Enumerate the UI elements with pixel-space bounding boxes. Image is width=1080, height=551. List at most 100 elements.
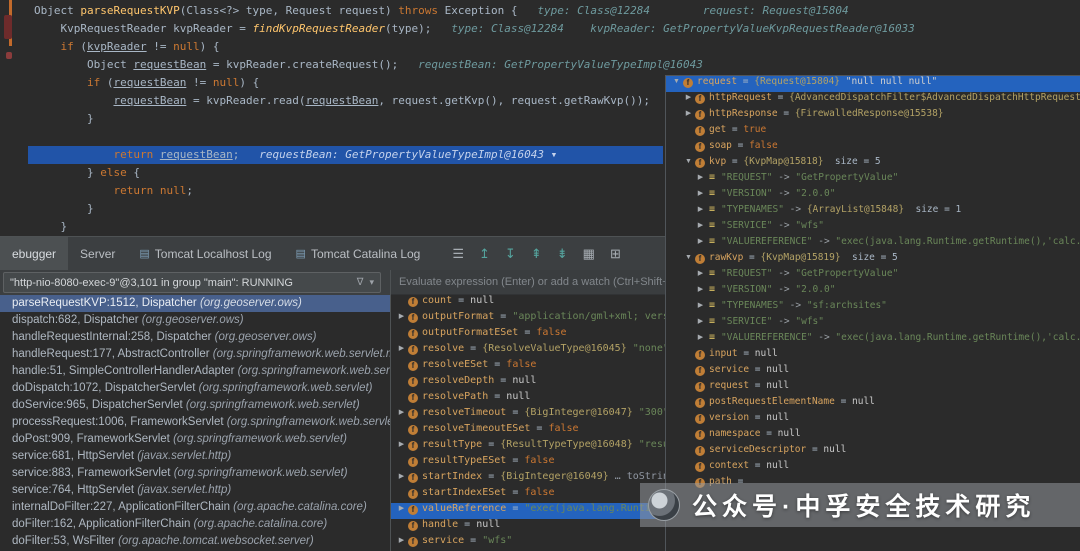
expand-icon[interactable]: ▶ xyxy=(683,109,694,117)
stack-frame[interactable]: internalDoFilter:227, ApplicationFilterC… xyxy=(0,499,390,516)
stack-frame[interactable]: handle:51, SimpleControllerHandlerAdapte… xyxy=(0,363,390,380)
variable-row[interactable]: f outputFormatESet = false xyxy=(391,327,665,343)
variable-row[interactable]: f request = null xyxy=(666,380,1080,396)
layout-settings-icon[interactable]: ⊞ xyxy=(610,246,621,262)
variable-row[interactable]: f context = null xyxy=(666,460,1080,476)
variable-row[interactable]: ▶ f service = "wfs" xyxy=(391,535,665,551)
variable-row[interactable]: ▶ ≡ "VERSION" -> "2.0.0" xyxy=(666,284,1080,300)
variable-row[interactable]: f input = null xyxy=(666,348,1080,364)
collapse-icon[interactable]: ▼ xyxy=(671,78,682,85)
tab-tomcat-catalina-log[interactable]: ▤ Tomcat Catalina Log xyxy=(284,237,433,270)
variable-row[interactable]: f handle = null xyxy=(391,519,665,535)
stack-frame[interactable]: doFilter:162, ApplicationFilterChain (or… xyxy=(0,516,390,533)
variable-row[interactable]: ▼ f kvp = {KvpMap@15818} size = 5 xyxy=(666,156,1080,172)
variable-row[interactable]: f serviceDescriptor = null xyxy=(666,444,1080,460)
variable-row[interactable]: ▶ ≡ "REQUEST" -> "GetPropertyValue" xyxy=(666,268,1080,284)
expand-icon[interactable]: ▶ xyxy=(396,440,407,448)
variable-row[interactable]: ▼ f request = {Request@15804} "null null n… xyxy=(666,76,1080,92)
variable-row[interactable]: ▼ f rawKvp = {KvpMap@15819} size = 5 xyxy=(666,252,1080,268)
variable-row[interactable]: ▶ ≡ "VALUEREFERENCE" -> "exec(java.lang.Ru… xyxy=(666,236,1080,252)
expand-icon[interactable]: ▶ xyxy=(695,333,706,341)
stack-frame[interactable]: doFilter:53, WsFilter (org.apache.tomcat… xyxy=(0,533,390,550)
tab-tomcat-localhost-log[interactable]: ▤ Tomcat Localhost Log xyxy=(127,237,283,270)
variable-row[interactable]: f get = true xyxy=(666,124,1080,140)
collapse-icon[interactable]: ▼ xyxy=(683,158,694,165)
variable-row[interactable]: f resolvePath = null xyxy=(391,391,665,407)
expand-icon[interactable]: ▶ xyxy=(396,536,407,544)
expand-icon[interactable]: ▶ xyxy=(695,237,706,245)
stack-frame[interactable]: parseRequestKVP:1512, Dispatcher (org.ge… xyxy=(0,295,390,312)
expand-icon[interactable]: ▶ xyxy=(695,317,706,325)
stack-frame[interactable]: service:764, HttpServlet (javax.servlet.… xyxy=(0,482,390,499)
variable-row[interactable]: f namespace = null xyxy=(666,428,1080,444)
variable-row[interactable]: f count = null xyxy=(391,295,665,311)
expand-icon[interactable]: ▶ xyxy=(695,189,706,197)
step-into-icon[interactable]: ⇟ xyxy=(557,246,568,262)
variable-row[interactable]: ▶ f outputFormat = "application/gml+xml; v… xyxy=(391,311,665,327)
tab-ebugger[interactable]: ebugger xyxy=(0,237,69,270)
variable-row[interactable]: ▶ f resultType = {ResultTypeType@16048} "r… xyxy=(391,439,665,455)
token: = xyxy=(834,396,853,407)
variable-row[interactable]: ▶ ≡ "TYPENAMES" -> {ArrayList@15848} size … xyxy=(666,204,1080,220)
expand-icon[interactable]: ▶ xyxy=(695,285,706,293)
expand-icon[interactable]: ▶ xyxy=(396,312,407,320)
variable-row[interactable]: f resolveESet = false xyxy=(391,359,665,375)
stack-frame[interactable]: doPost:909, FrameworkServlet (org.spring… xyxy=(0,431,390,448)
variable-row[interactable]: ▶ f startIndex = {BigInteger@16049} … toSt… xyxy=(391,471,665,487)
expand-icon[interactable]: ▶ xyxy=(396,408,407,416)
stack-frame[interactable]: handleRequestInternal:258, Dispatcher (o… xyxy=(0,329,390,346)
variable-row[interactable]: ▶ f resolveTimeout = {BigInteger@16047} "3… xyxy=(391,407,665,423)
token: startIndex xyxy=(422,471,483,482)
field-icon: f xyxy=(695,350,705,360)
expand-icon[interactable]: ▶ xyxy=(683,93,694,101)
stack-frame[interactable]: doDispatch:1072, DispatcherServlet (org.… xyxy=(0,380,390,397)
expand-icon[interactable]: ▶ xyxy=(695,269,706,277)
stack-frame[interactable]: processRequest:1006, FrameworkServlet (o… xyxy=(0,414,390,431)
breakpoint-marker[interactable] xyxy=(4,15,12,39)
variable-row[interactable]: ▶ ≡ "SERVICE" -> "wfs" xyxy=(666,220,1080,236)
stack-frame[interactable]: service:681, HttpServlet (javax.servlet.… xyxy=(0,448,390,465)
thread-selector[interactable]: "http-nio-8080-exec-9"@3,101 in group "m… xyxy=(3,272,381,293)
expand-icon[interactable]: ▶ xyxy=(695,205,706,213)
expand-icon[interactable]: ▶ xyxy=(396,472,407,480)
evaluate-input[interactable]: Evaluate expression (Enter) or add a wat… xyxy=(391,270,665,295)
variable-row[interactable]: ▶ ≡ "REQUEST" -> "GetPropertyValue" xyxy=(666,172,1080,188)
variable-row[interactable]: f version = null xyxy=(666,412,1080,428)
stack-frame[interactable]: handleRequest:177, AbstractController (o… xyxy=(0,346,390,363)
variable-row[interactable]: f resolveDepth = null xyxy=(391,375,665,391)
variable-row[interactable]: f soap = false xyxy=(666,140,1080,156)
variable-row[interactable]: ▶ ≡ "VERSION" -> "2.0.0" xyxy=(666,188,1080,204)
menu-icon[interactable]: ☰ xyxy=(452,246,464,262)
step-out-icon[interactable]: ⇞ xyxy=(531,246,542,262)
variable-row[interactable]: f startIndexESet = false xyxy=(391,487,665,503)
breakpoint-marker[interactable] xyxy=(6,52,12,59)
stack-frame[interactable]: doService:965, DispatcherServlet (org.sp… xyxy=(0,397,390,414)
expand-icon[interactable]: ▶ xyxy=(695,173,706,181)
chevron-down-icon[interactable]: ▾ xyxy=(369,277,374,288)
grid-icon[interactable]: ▦ xyxy=(583,246,595,262)
token: request xyxy=(697,76,738,87)
variable-row[interactable]: ▶ f resolve = {ResolveValueType@16045} "no… xyxy=(391,343,665,359)
variable-row[interactable]: f resolveTimeoutESet = false xyxy=(391,423,665,439)
variable-row[interactable]: f postRequestElementName = null xyxy=(666,396,1080,412)
variable-row[interactable]: ▶ ≡ "TYPENAMES" -> "sf:archsites" xyxy=(666,300,1080,316)
collapse-icon[interactable]: ▼ xyxy=(683,254,694,261)
download-icon[interactable]: ↧ xyxy=(505,246,516,262)
expand-icon[interactable]: ▶ xyxy=(396,344,407,352)
expand-icon[interactable]: ▶ xyxy=(695,221,706,229)
expand-icon[interactable]: ▶ xyxy=(695,301,706,309)
variable-row[interactable]: ▶ f httpRequest = {AdvancedDispatchFilter$… xyxy=(666,92,1080,108)
filter-icon[interactable]: ∇ xyxy=(357,277,364,288)
variable-row[interactable]: ▶ f valueReference = "exec(java.lang.Runti… xyxy=(391,503,665,519)
expand-icon[interactable]: ▶ xyxy=(396,504,407,512)
variable-row[interactable]: ▶ ≡ "VALUEREFERENCE" -> "exec(java.lang.Ru… xyxy=(666,332,1080,348)
variable-row[interactable]: ▶ ≡ "SERVICE" -> "wfs" xyxy=(666,316,1080,332)
token: = xyxy=(506,487,525,498)
stack-frame[interactable]: dispatch:682, Dispatcher (org.geoserver.… xyxy=(0,312,390,329)
variable-row[interactable]: f resultTypeESet = false xyxy=(391,455,665,471)
stack-frame[interactable]: service:883, FrameworkServlet (org.sprin… xyxy=(0,465,390,482)
variable-row[interactable]: f service = null xyxy=(666,364,1080,380)
tab-server[interactable]: Server xyxy=(68,237,127,270)
variable-row[interactable]: ▶ f httpResponse = {FirewalledResponse@155… xyxy=(666,108,1080,124)
upload-icon[interactable]: ↥ xyxy=(479,246,490,262)
